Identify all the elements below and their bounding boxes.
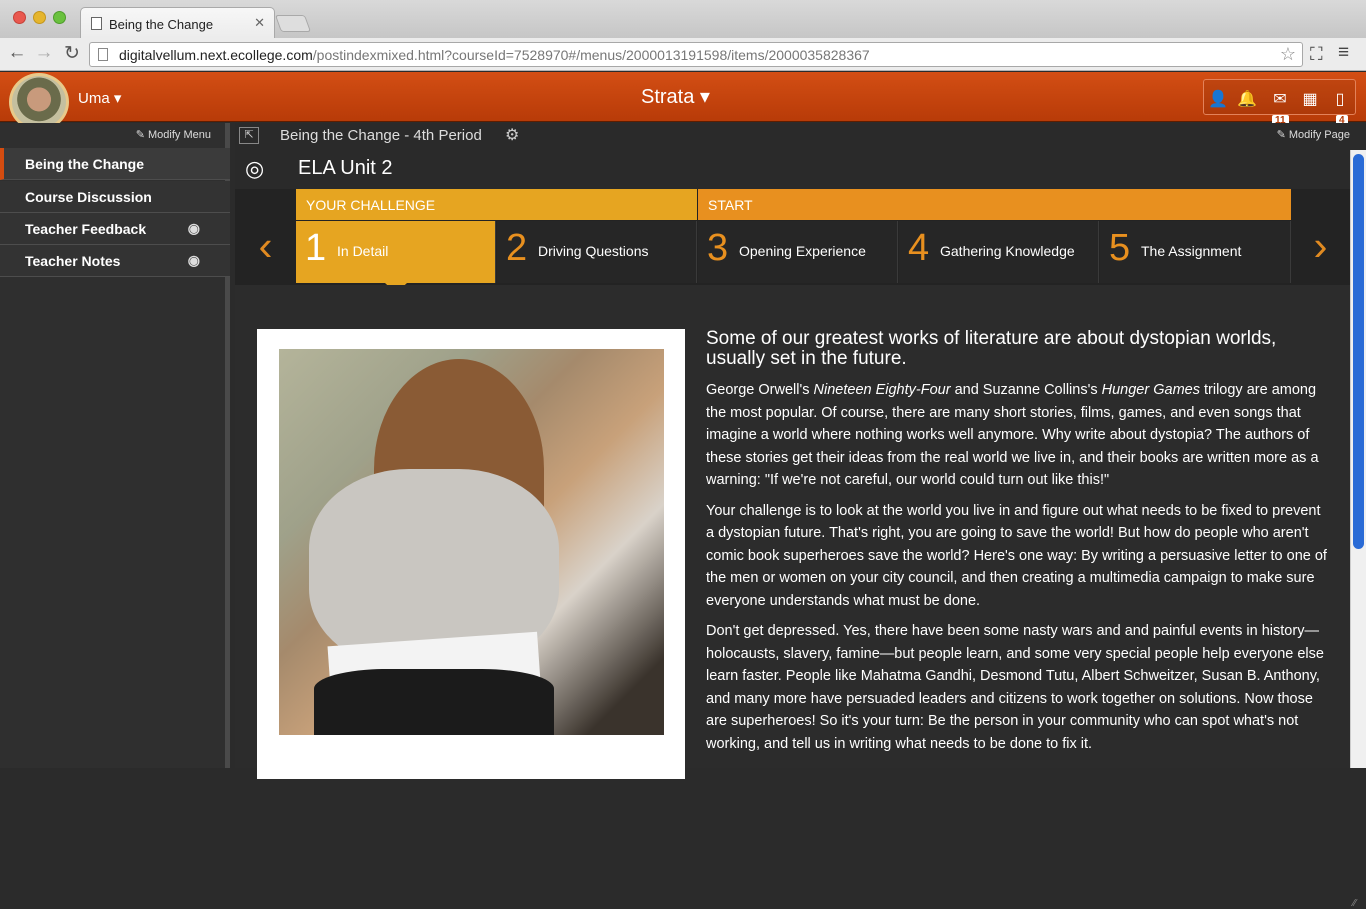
brand-menu[interactable]: Strata ▾ [641, 84, 710, 109]
student-writing-photo [279, 349, 664, 735]
step-navigator: ‹ YOUR CHALLENGE START 1 In Detail 2 Dri… [235, 189, 1350, 293]
user-menu[interactable]: Uma ▾ [78, 89, 121, 107]
page-icon [98, 48, 108, 61]
section-your-challenge: YOUR CHALLENGE [296, 189, 697, 220]
step-the-assignment[interactable]: 5 The Assignment [1100, 221, 1291, 283]
scrollbar-thumb[interactable] [1353, 154, 1364, 549]
section-start: START [698, 189, 1291, 220]
step-number: 1 [305, 227, 327, 269]
mail-icon[interactable]: ✉ [1268, 89, 1292, 109]
step-label: Opening Experience [739, 243, 866, 259]
page-scrollbar[interactable]: ⁄⁄ [1350, 150, 1366, 909]
unit-logo-icon: ◎ [245, 156, 265, 181]
step-gathering-knowledge[interactable]: 4 Gathering Knowledge [899, 221, 1099, 283]
step-opening-experience[interactable]: 3 Opening Experience [698, 221, 898, 283]
breadcrumb: ⇱ Being the Change - 4th Period ⚙ ✎ Modi… [235, 123, 1350, 149]
sidebar: ✎ Modify Menu Being the Change Course Di… [0, 123, 230, 768]
header-icon-group: 👤 🔔 ✉ 11 ▦ ▯ 4 [1203, 79, 1356, 126]
resize-grip-icon: ⁄⁄ [1353, 898, 1357, 909]
sidebar-item-teacher-notes[interactable]: Teacher Notes ◉ [0, 245, 230, 277]
sidebar-item-label: Teacher Notes [25, 253, 121, 269]
article-area: Some of our greatest works of literature… [235, 285, 1350, 779]
step-label: Gathering Knowledge [940, 243, 1075, 259]
maximize-window-button[interactable] [53, 11, 66, 24]
step-label: Driving Questions [538, 243, 649, 259]
chrome-menu-icon[interactable]: ≡ [1338, 42, 1349, 64]
prev-arrow-icon[interactable]: ‹ [238, 211, 293, 285]
sidebar-item-being-the-change[interactable]: Being the Change [0, 148, 230, 180]
bell-icon[interactable]: 🔔 [1235, 89, 1259, 109]
course-title: Being the Change - 4th Period [280, 127, 482, 144]
bookmark-star-icon[interactable]: ☆ [1280, 44, 1296, 65]
reload-icon[interactable]: ↻ [61, 42, 83, 65]
sidebar-item-label: Teacher Feedback [25, 221, 147, 237]
article-heading: Some of our greatest works of literature… [706, 328, 1277, 369]
calendar-icon[interactable]: ▦ [1298, 89, 1322, 109]
back-icon[interactable]: ← [6, 42, 28, 64]
step-label: In Detail [337, 243, 389, 259]
sidebar-item-label: Being the Change [25, 156, 145, 172]
forward-icon[interactable]: → [33, 42, 55, 64]
expand-icon[interactable]: ⇱ [239, 127, 259, 144]
tab-close-icon[interactable]: ✕ [254, 15, 265, 31]
browser-tab[interactable]: Being the Change ✕ [80, 7, 275, 38]
next-arrow-icon[interactable]: › [1293, 211, 1348, 285]
step-in-detail[interactable]: 1 In Detail [296, 221, 496, 283]
fullscreen-icon[interactable]: ⛶ [1310, 44, 1323, 65]
gear-icon[interactable]: ⚙ [505, 125, 519, 145]
close-window-button[interactable] [13, 11, 26, 24]
step-number: 4 [908, 227, 930, 269]
address-bar[interactable]: digitalvellum.next.ecollege.com/postinde… [89, 42, 1303, 67]
minimize-window-button[interactable] [33, 11, 46, 24]
step-number: 5 [1109, 227, 1131, 269]
sidebar-item-teacher-feedback[interactable]: Teacher Feedback ◉ [0, 213, 230, 245]
app-header: Uma ▾ Strata ▾ 👤 🔔 ✉ 11 ▦ ▯ 4 [0, 72, 1366, 131]
modify-menu-button[interactable]: ✎ Modify Menu [136, 128, 211, 141]
profile-icon[interactable]: 👤 [1206, 89, 1230, 109]
article-text: Some of our greatest works of literature… [706, 329, 1331, 763]
browser-toolbar: ← → ↻ digitalvellum.next.ecollege.com/po… [0, 38, 1366, 71]
browser-tab-strip: Being the Change ✕ [0, 0, 1366, 38]
new-tab-button[interactable] [274, 15, 312, 32]
document-icon[interactable]: ▯ [1328, 89, 1352, 109]
main-content: ⇱ Being the Change - 4th Period ⚙ ✎ Modi… [235, 123, 1350, 779]
tab-title: Being the Change [109, 17, 214, 32]
photo-frame [257, 329, 685, 779]
sidebar-item-course-discussion[interactable]: Course Discussion [0, 181, 230, 213]
article-paragraph-3: Don't get depressed. Yes, there have bee… [706, 623, 1324, 752]
url-host: digitalvellum.next.ecollege.com [119, 47, 313, 63]
sidebar-item-label: Course Discussion [25, 189, 152, 205]
page-title: ELA Unit 2 [298, 157, 393, 179]
step-number: 3 [707, 227, 729, 269]
article-paragraph-1: George Orwell's Nineteen Eighty-Four and… [706, 382, 1319, 488]
url-path: /postindexmixed.html?courseId=7528970#/m… [312, 47, 870, 63]
modify-page-button[interactable]: ✎ Modify Page [1277, 128, 1350, 141]
page-icon [91, 17, 102, 30]
article-paragraph-2: Your challenge is to look at the world y… [706, 502, 1327, 609]
step-number: 2 [506, 227, 528, 269]
hidden-eye-icon: ◉ [187, 252, 200, 268]
step-driving-questions[interactable]: 2 Driving Questions [497, 221, 697, 283]
hidden-eye-icon: ◉ [187, 220, 200, 236]
step-label: The Assignment [1141, 243, 1242, 259]
